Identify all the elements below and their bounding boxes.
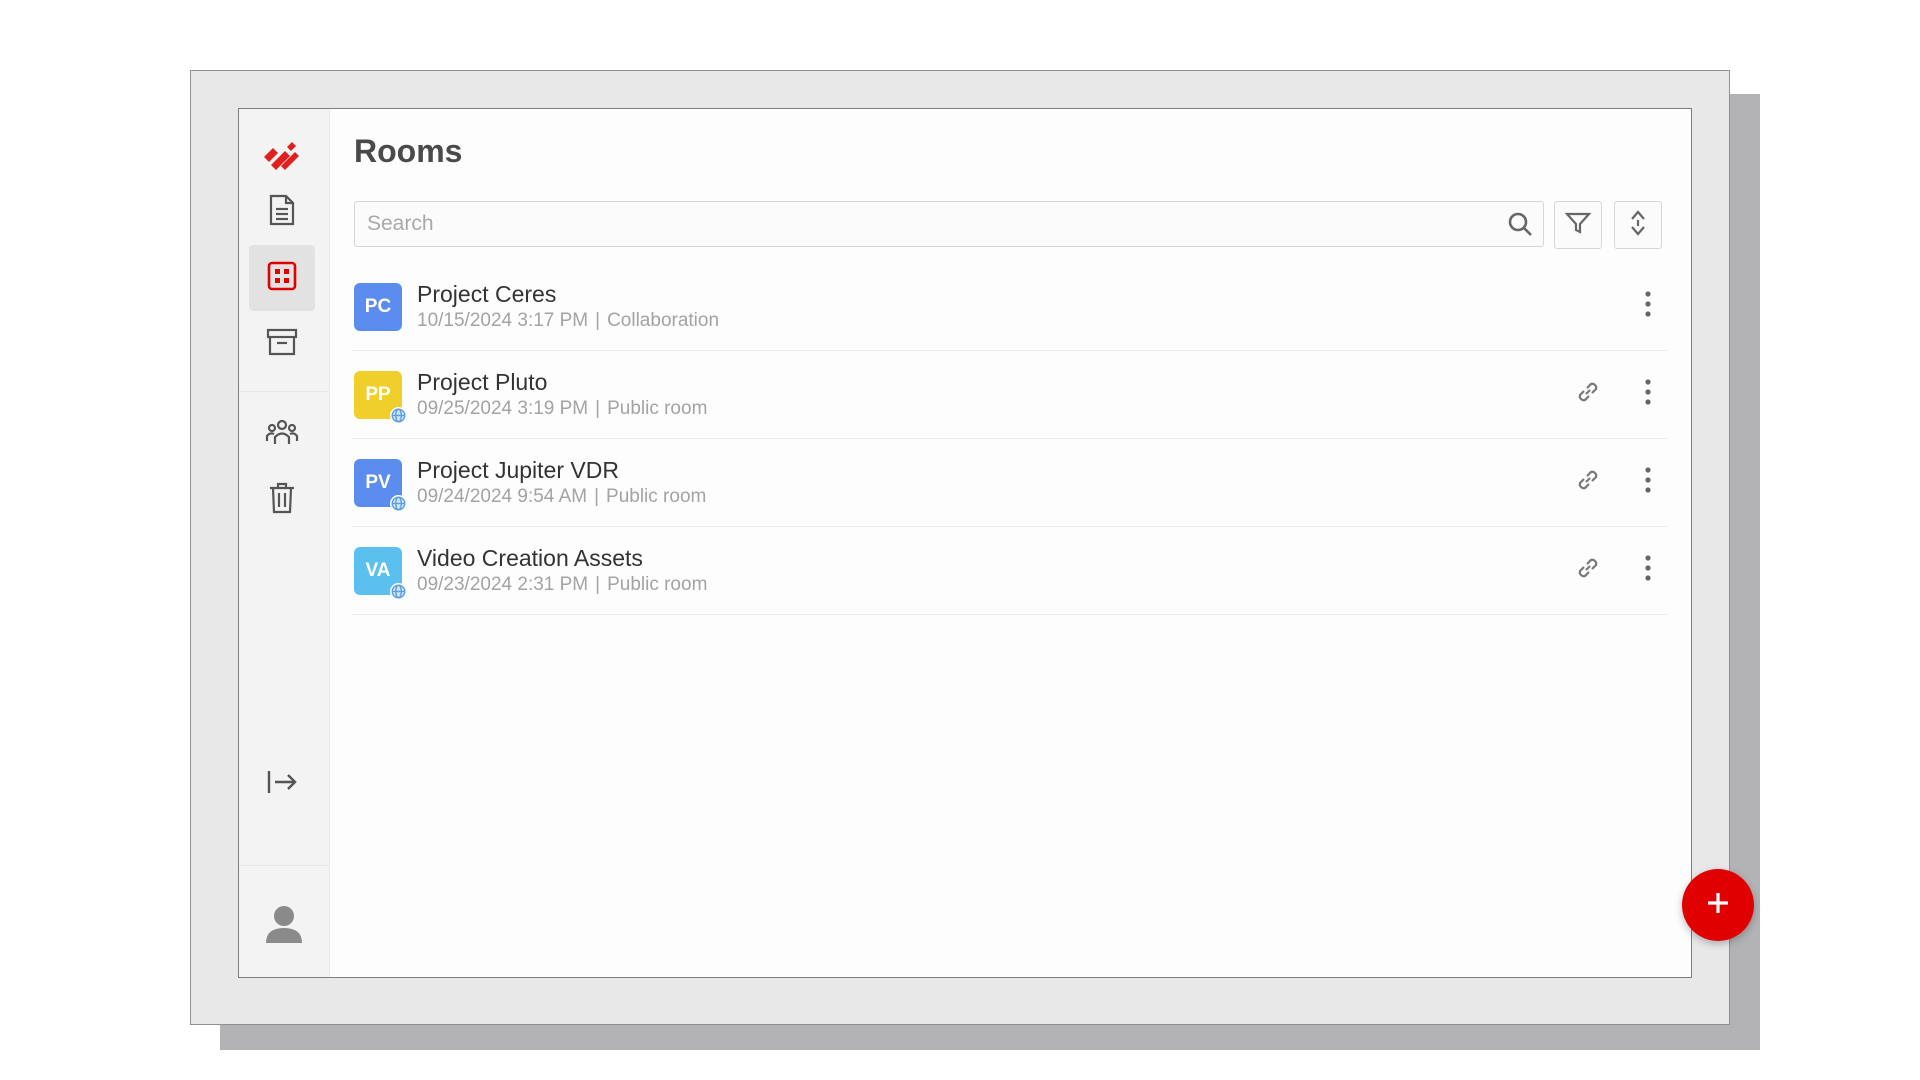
link-icon [1575, 467, 1601, 498]
search-bar [354, 201, 1544, 247]
room-type: Public room [607, 573, 708, 595]
app-window: Rooms Search PC Project Ceres 10/15/2024… [238, 108, 1754, 978]
list-item[interactable]: VA Video Creation Assets 09/23/2024 2:31… [352, 527, 1668, 615]
rooms-grid-icon [267, 261, 297, 296]
search-input[interactable] [355, 201, 1497, 247]
more-options-button[interactable] [1628, 463, 1668, 503]
row-actions [1628, 263, 1668, 350]
link-icon [1575, 379, 1601, 410]
room-meta: 09/25/2024 3:19 PM | Public room [417, 396, 707, 422]
more-vertical-icon [1644, 291, 1652, 322]
filter-icon [1564, 211, 1592, 240]
list-item[interactable]: PV Project Jupiter VDR 09/24/2024 9:54 A… [352, 439, 1668, 527]
room-initials: PC [364, 295, 392, 317]
brand-logo-icon[interactable] [261, 139, 301, 175]
copy-link-button[interactable] [1568, 551, 1608, 591]
more-options-button[interactable] [1628, 287, 1668, 327]
document-icon [268, 194, 296, 231]
logout-arrow-icon [266, 769, 298, 800]
row-actions [1568, 439, 1668, 526]
room-date: 10/15/2024 3:17 PM [417, 309, 589, 331]
rooms-list: PC Project Ceres 10/15/2024 3:17 PM | Coll… [352, 263, 1668, 615]
copy-link-button[interactable] [1568, 375, 1608, 415]
sidebar-divider [239, 865, 329, 866]
room-avatar: PV [354, 458, 407, 512]
room-date: 09/24/2024 9:54 AM [417, 485, 588, 507]
room-info: Project Jupiter VDR 09/24/2024 9:54 AM | P… [417, 456, 706, 510]
sort-button[interactable] [1614, 201, 1662, 249]
room-meta: 09/24/2024 9:54 AM | Public room [417, 484, 706, 510]
room-type: Collaboration [607, 309, 720, 331]
search-icon[interactable] [1497, 202, 1543, 246]
main-content: Rooms Search PC Project Ceres 10/15/2024… [330, 109, 1754, 977]
create-room-button[interactable] [1682, 869, 1754, 941]
list-item[interactable]: PP Project Pluto 09/25/2024 3:19 PM | Publ… [352, 351, 1668, 439]
room-title[interactable]: Video Creation Assets [417, 544, 707, 572]
room-meta: 09/23/2024 2:31 PM | Public room [417, 572, 707, 598]
sidebar-item-contacts[interactable] [249, 401, 315, 467]
more-vertical-icon [1644, 555, 1652, 586]
list-item[interactable]: PC Project Ceres 10/15/2024 3:17 PM | Coll… [352, 263, 1668, 351]
globe-icon [390, 406, 407, 424]
room-info: Project Pluto 09/25/2024 3:19 PM | Public … [417, 368, 707, 422]
room-title[interactable]: Project Pluto [417, 368, 707, 396]
row-actions [1568, 527, 1668, 614]
globe-icon [390, 494, 407, 512]
room-date: 09/23/2024 2:31 PM [417, 573, 589, 595]
more-options-button[interactable] [1628, 375, 1668, 415]
archive-icon [266, 327, 298, 362]
sort-icon [1628, 209, 1648, 242]
room-info: Video Creation Assets 09/23/2024 2:31 PM… [417, 544, 707, 598]
sidebar-item-archive[interactable] [249, 311, 315, 377]
sidebar-item-logout[interactable] [249, 751, 315, 817]
room-type: Public room [606, 485, 707, 507]
room-avatar: VA [354, 546, 407, 600]
room-avatar: PP [354, 370, 407, 424]
meta-separator: | [595, 309, 601, 331]
user-avatar-icon[interactable] [259, 899, 309, 949]
sidebar-divider [239, 391, 329, 392]
meta-separator: | [595, 573, 601, 595]
more-options-button[interactable] [1628, 551, 1668, 591]
page-title: Rooms [354, 133, 463, 169]
filter-button[interactable] [1554, 201, 1602, 249]
room-title[interactable]: Project Jupiter VDR [417, 456, 706, 484]
meta-separator: | [595, 397, 601, 419]
room-info: Project Ceres 10/15/2024 3:17 PM | Collabo… [417, 280, 719, 334]
row-actions [1568, 351, 1668, 438]
room-initials: PV [365, 471, 391, 493]
globe-icon [390, 582, 407, 600]
room-type: Public room [607, 397, 708, 419]
link-icon [1575, 555, 1601, 586]
sidebar [239, 109, 330, 977]
room-date: 09/25/2024 3:19 PM [417, 397, 589, 419]
meta-separator: | [594, 485, 600, 507]
room-initials: PP [365, 383, 391, 405]
sidebar-item-trash[interactable] [249, 467, 315, 533]
more-vertical-icon [1644, 379, 1652, 410]
sidebar-item-files[interactable] [249, 179, 315, 245]
trash-icon [268, 482, 296, 519]
room-initials: VA [365, 559, 391, 581]
copy-link-button[interactable] [1568, 463, 1608, 503]
room-meta: 10/15/2024 3:17 PM | Collaboration [417, 308, 719, 334]
sidebar-item-rooms[interactable] [249, 245, 315, 311]
room-avatar: PC [354, 282, 402, 331]
room-title[interactable]: Project Ceres [417, 280, 719, 308]
people-icon [265, 417, 299, 452]
more-vertical-icon [1644, 467, 1652, 498]
plus-icon [1704, 889, 1732, 922]
